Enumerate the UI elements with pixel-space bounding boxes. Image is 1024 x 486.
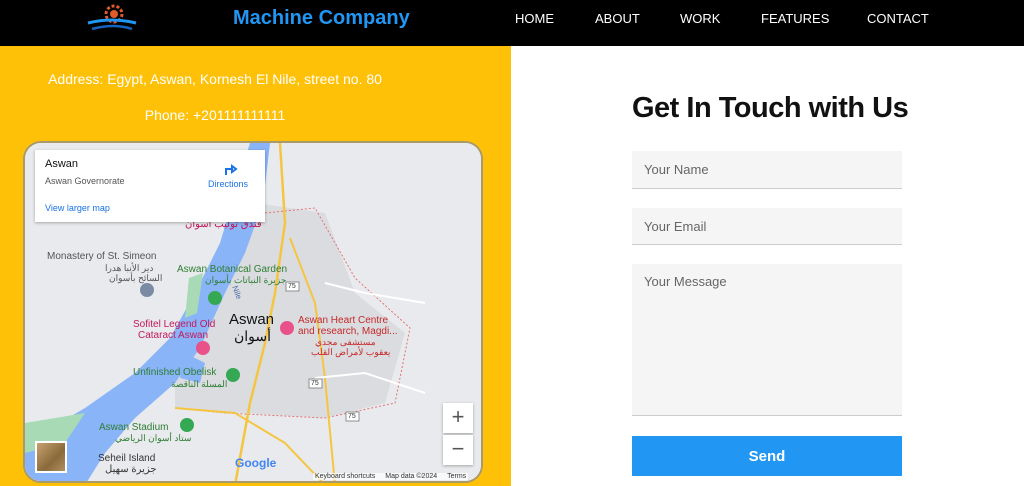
nav-home[interactable]: HOME xyxy=(515,11,554,26)
map-attribution: Keyboard shortcuts Map data ©2024 Terms xyxy=(313,473,469,480)
map-label-stadium[interactable]: Aswan Stadium xyxy=(99,422,168,433)
map-label-heart-2[interactable]: and research, Magdi... xyxy=(298,326,398,337)
road-marker: 75 xyxy=(311,380,319,387)
map-data-text: Map data ©2024 xyxy=(385,473,438,480)
view-larger-map-link[interactable]: View larger map xyxy=(45,203,110,213)
map-label-sofitel-1[interactable]: Sofitel Legend Old xyxy=(133,319,215,330)
phone-text: Phone: +201111111111 xyxy=(144,107,286,123)
directions-link[interactable]: Directions xyxy=(208,179,248,189)
map-label-garden-ar: جزيرة النباتات بأسوان xyxy=(205,275,287,285)
form-title: Get In Touch with Us xyxy=(632,92,909,124)
road-marker: 75 xyxy=(348,413,356,420)
map-label-monastery[interactable]: Monastery of St. Simeon xyxy=(47,251,157,262)
terms-link[interactable]: Terms xyxy=(447,473,466,480)
map-label-heart-ar2: يعقوب لأمراض القلب xyxy=(311,347,391,357)
navbar: Machine Company HOME ABOUT WORK FEATURES… xyxy=(0,0,1024,46)
brand-name[interactable]: Machine Company xyxy=(233,7,410,30)
map-label-heart-1[interactable]: Aswan Heart Centre xyxy=(298,315,388,326)
nav-contact[interactable]: CONTACT xyxy=(867,11,929,26)
zoom-in-button[interactable]: + xyxy=(443,403,473,433)
gear-logo-icon[interactable] xyxy=(84,3,140,37)
map-label-stadium-ar: ستاد أسوان الرياضي xyxy=(115,433,192,443)
nav-features[interactable]: FEATURES xyxy=(761,11,829,26)
directions-icon[interactable] xyxy=(222,161,238,177)
road-marker: 75 xyxy=(288,283,296,290)
place-title: Aswan xyxy=(45,158,79,170)
map-label-city-ar: أسوان xyxy=(234,328,272,344)
message-textarea[interactable] xyxy=(632,264,902,416)
map-info-card: Aswan Aswan Governorate Directions View … xyxy=(35,150,265,222)
map-label-obelisk-ar: المسلة الناقصة xyxy=(171,379,228,389)
map-label-botanical-garden[interactable]: Aswan Botanical Garden xyxy=(177,264,287,275)
nav-work[interactable]: WORK xyxy=(680,11,720,26)
map-embed[interactable]: فندق توليب أسوان Monastery of St. Simeon… xyxy=(23,141,483,483)
map-label-obelisk[interactable]: Unfinished Obelisk xyxy=(133,367,216,378)
map-label-seheil[interactable]: Seheil Island xyxy=(98,453,155,464)
contact-info-panel: Address: Egypt, Aswan, Kornesh El Nile, … xyxy=(0,46,511,486)
map-label-monastery-ar2: السائح بأسوان xyxy=(109,273,163,283)
address-text: Address: Egypt, Aswan, Kornesh El Nile, … xyxy=(48,71,382,87)
place-subtitle: Aswan Governorate xyxy=(45,176,125,186)
nav-about[interactable]: ABOUT xyxy=(595,11,640,26)
email-input[interactable] xyxy=(632,208,902,245)
zoom-out-button[interactable]: − xyxy=(443,435,473,465)
map-label-seheil-ar: جزيرة سهيل xyxy=(105,464,157,475)
name-input[interactable] xyxy=(632,151,902,189)
send-button[interactable]: Send xyxy=(632,436,902,476)
keyboard-shortcuts-link[interactable]: Keyboard shortcuts xyxy=(315,473,375,480)
satellite-thumbnail[interactable] xyxy=(35,441,67,473)
google-logo[interactable]: Google xyxy=(235,456,276,470)
map-label-city[interactable]: Aswan xyxy=(229,311,274,328)
map-label-sofitel-2[interactable]: Cataract Aswan xyxy=(138,330,208,341)
